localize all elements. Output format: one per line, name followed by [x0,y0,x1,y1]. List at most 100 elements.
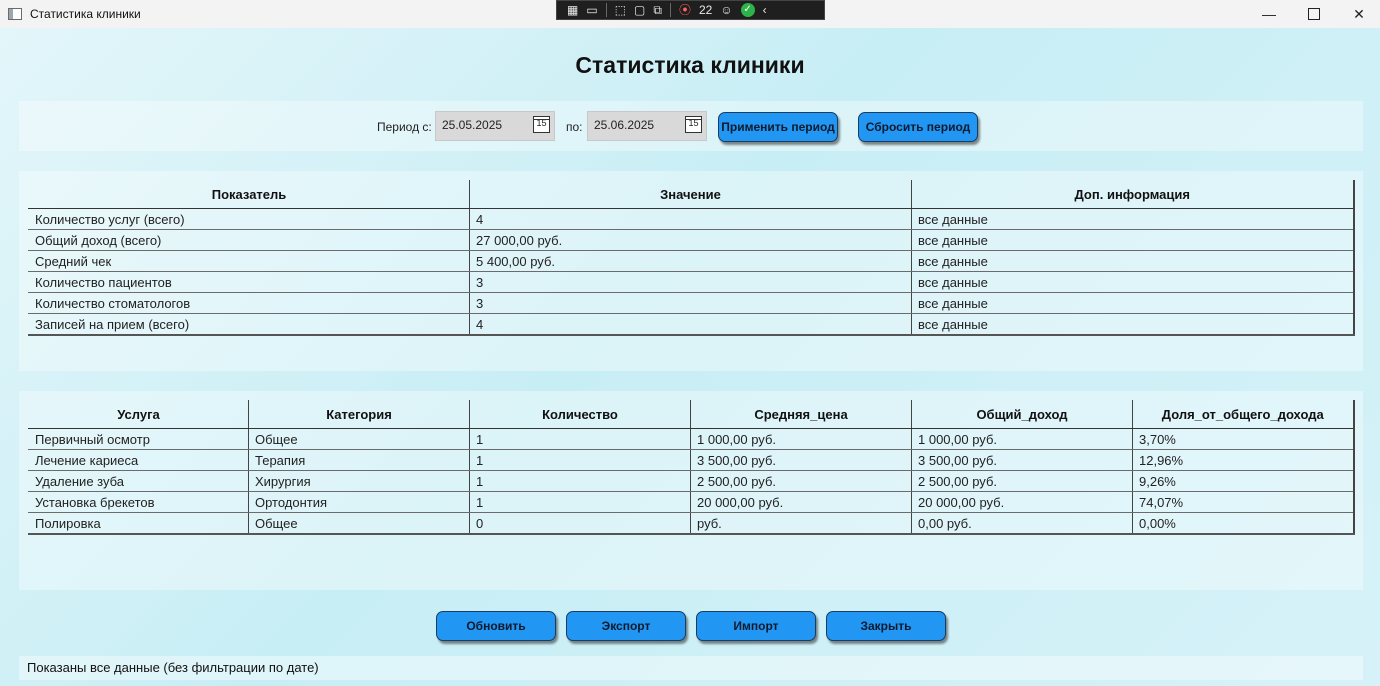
accessibility-icon[interactable]: ☺ [720,3,732,17]
table-cell[interactable]: Полировка [28,512,249,535]
inspect-tree-icon[interactable]: ▦ [567,3,578,17]
table-cell[interactable]: Количество стоматологов [28,292,470,314]
table-cell[interactable]: 3 [469,271,912,293]
table-row[interactable]: Количество стоматологов 3 все данные [28,292,1355,314]
table-cell[interactable]: 1 [469,491,691,513]
table-cell[interactable]: 3 500,00 руб. [690,449,912,471]
summary-table[interactable]: Показатель Значение Доп. информация Количе… [28,180,1355,336]
table-cell[interactable]: 1 000,00 руб. [911,428,1133,450]
table-cell[interactable]: 20 000,00 руб. [911,491,1133,513]
status-text: Показаны все данные (без фильтрации по д… [27,660,319,675]
table-cell[interactable]: Установка брекетов [28,491,249,513]
period-from-datepicker[interactable]: 25.05.2025 15 [435,111,555,141]
services-table[interactable]: Услуга Категория Количество Средняя_цена Общ… [28,400,1355,535]
column-header[interactable]: Средняя_цена [690,400,912,429]
close-window-button[interactable]: ✕ [1336,0,1380,28]
minimize-button[interactable]: — [1246,0,1292,28]
table-cell[interactable]: 74,07% [1132,491,1355,513]
table-cell[interactable]: 3,70% [1132,428,1355,450]
refresh-button[interactable]: Обновить [436,611,556,641]
period-from-value[interactable]: 25.05.2025 [442,118,502,132]
calendar-icon[interactable]: 15 [533,116,550,133]
table-cell[interactable]: Количество пациентов [28,271,470,293]
table-cell[interactable]: 9,26% [1132,470,1355,492]
table-cell[interactable]: Хирургия [248,470,470,492]
table-row[interactable]: Удаление зуба Хирургия 1 2 500,00 руб. 2 500… [28,470,1355,492]
table-cell[interactable]: 20 000,00 руб. [690,491,912,513]
table-row[interactable]: Записей на прием (всего) 4 все данные [28,313,1355,336]
table-cell[interactable]: 0 [469,512,691,535]
table-cell[interactable]: 2 500,00 руб. [911,470,1133,492]
table-cell[interactable]: все данные [911,271,1355,293]
table-cell[interactable]: Общий доход (всего) [28,229,470,251]
column-header[interactable]: Доля_от_общего_дохода [1132,400,1355,429]
apply-period-button[interactable]: Применить период [718,112,838,142]
debug-toolbar: ▦ ▭ ⬚ ▢ ⧉ ⦿ 22 ☺ ✓ ‹ [556,0,825,20]
export-button[interactable]: Экспорт [566,611,686,641]
close-button[interactable]: Закрыть [826,611,946,641]
table-cell[interactable]: 3 500,00 руб. [911,449,1133,471]
table-cell[interactable]: 2 500,00 руб. [690,470,912,492]
import-button[interactable]: Импорт [696,611,816,641]
column-header[interactable]: Показатель [28,180,470,209]
table-cell[interactable]: 0,00 руб. [911,512,1133,535]
table-cell[interactable]: Ортодонтия [248,491,470,513]
column-header[interactable]: Количество [469,400,691,429]
table-row[interactable]: Средний чек 5 400,00 руб. все данные [28,250,1355,272]
table-row[interactable]: Общий доход (всего) 27 000,00 руб. все дан… [28,229,1355,251]
table-cell[interactable]: все данные [911,292,1355,314]
table-cell[interactable]: все данные [911,229,1355,251]
select-element-icon[interactable]: ⬚ [615,3,626,17]
table-cell[interactable]: Удаление зуба [28,470,249,492]
table-cell[interactable]: Записей на прием (всего) [28,313,470,336]
column-header[interactable]: Общий_доход [911,400,1133,429]
table-cell[interactable]: 12,96% [1132,449,1355,471]
table-cell[interactable]: 4 [469,313,912,336]
table-cell[interactable]: Общее [248,512,470,535]
table-cell[interactable]: Общее [248,428,470,450]
table-cell[interactable]: Количество услуг (всего) [28,208,470,230]
services-panel: Услуга Категория Количество Средняя_цена Общ… [19,391,1363,590]
table-cell[interactable]: руб. [690,512,912,535]
binding-failures-icon[interactable]: ⦿ [679,3,691,17]
track-focus-icon[interactable]: ⧉ [653,3,662,17]
layout-adorner-icon[interactable]: ▢ [634,3,645,17]
table-cell[interactable]: 1 [469,470,691,492]
column-header[interactable]: Значение [469,180,912,209]
table-cell[interactable]: все данные [911,313,1355,336]
period-to-datepicker[interactable]: 25.06.2025 15 [587,111,707,141]
table-cell[interactable]: 1 [469,428,691,450]
maximize-button[interactable] [1291,0,1337,28]
table-cell[interactable]: Лечение кариеса [28,449,249,471]
table-header-row: Услуга Категория Количество Средняя_цена Общ… [28,400,1355,429]
table-cell[interactable]: все данные [911,250,1355,272]
table-row[interactable]: Первичный осмотр Общее 1 1 000,00 руб. 1 000… [28,428,1355,450]
table-cell[interactable]: Первичный осмотр [28,428,249,450]
table-cell[interactable]: Терапия [248,449,470,471]
calendar-icon[interactable]: 15 [685,116,702,133]
table-row[interactable]: Количество пациентов 3 все данные [28,271,1355,293]
table-cell[interactable]: 1 000,00 руб. [690,428,912,450]
table-row[interactable]: Количество услуг (всего) 4 все данные [28,208,1355,230]
table-cell[interactable]: 0,00% [1132,512,1355,535]
column-header[interactable]: Услуга [28,400,249,429]
page-title: Статистика клиники [575,52,805,78]
reset-period-button[interactable]: Сбросить период [858,112,978,142]
table-cell[interactable]: 5 400,00 руб. [469,250,912,272]
table-row[interactable]: Установка брекетов Ортодонтия 1 20 000,00 р… [28,491,1355,513]
binding-failures-count: 22 [698,3,713,17]
table-row[interactable]: Полировка Общее 0 руб. 0,00 руб. 0,00% [28,512,1355,535]
column-header[interactable]: Доп. информация [911,180,1355,209]
table-row[interactable]: Лечение кариеса Терапия 1 3 500,00 руб. 3 50… [28,449,1355,471]
period-to-value[interactable]: 25.06.2025 [594,118,654,132]
table-cell[interactable]: 1 [469,449,691,471]
table-cell[interactable]: Средний чек [28,250,470,272]
check-icon[interactable]: ✓ [740,3,755,17]
collapse-chevron-icon[interactable]: ‹ [763,3,767,17]
column-header[interactable]: Категория [248,400,470,429]
video-icon[interactable]: ▭ [586,3,597,17]
table-cell[interactable]: все данные [911,208,1355,230]
table-cell[interactable]: 3 [469,292,912,314]
table-cell[interactable]: 4 [469,208,912,230]
table-cell[interactable]: 27 000,00 руб. [469,229,912,251]
